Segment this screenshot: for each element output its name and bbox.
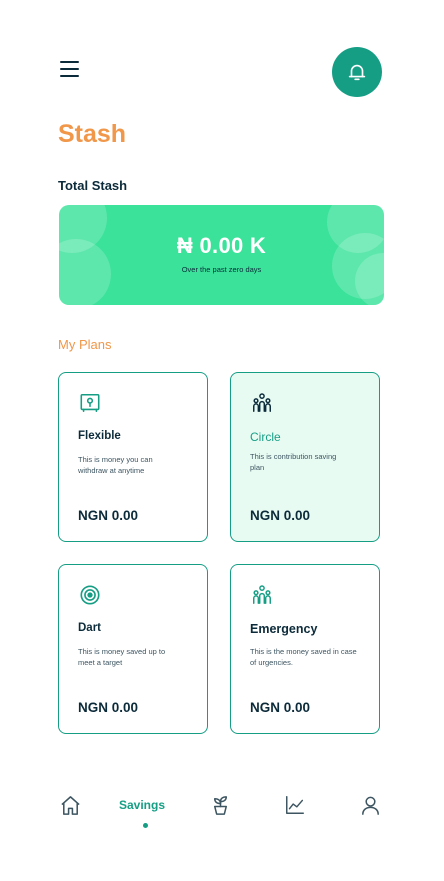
plan-amount: NGN 0.00	[250, 700, 311, 715]
plan-name: Flexible	[78, 430, 121, 442]
plan-card-circle[interactable]: Circle This is contribution saving plan …	[230, 372, 380, 542]
group-icon	[253, 393, 271, 412]
plan-description: This is money you can withdraw at anytim…	[78, 455, 153, 475]
nav-growth[interactable]	[207, 792, 233, 818]
plan-description: This is money saved up to meet a target	[78, 647, 166, 667]
menu-button[interactable]	[60, 60, 80, 78]
plan-name: Dart	[78, 622, 102, 634]
plant-icon	[213, 795, 227, 815]
chart-icon	[286, 796, 304, 814]
plan-card-dart[interactable]: Dart This is money saved up to meet a ta…	[58, 564, 208, 734]
plan-name: Circle	[250, 430, 281, 444]
menu-icon	[60, 61, 79, 63]
profile-icon	[361, 796, 379, 815]
nav-savings-label: Savings	[118, 798, 166, 812]
total-stash-card: ₦ 0.00 K Over the past zero days	[59, 205, 384, 305]
plan-description: This is the money saved in case of urgen…	[250, 647, 357, 667]
target-icon	[80, 585, 100, 605]
plan-description: This is contribution saving plan	[250, 452, 337, 472]
plan-amount: NGN 0.00	[250, 508, 311, 523]
plan-amount: NGN 0.00	[78, 700, 139, 715]
nav-home[interactable]	[57, 792, 83, 818]
nav-savings[interactable]: Savings	[112, 792, 172, 818]
plan-card-flexible[interactable]: Flexible This is money you can withdraw …	[58, 372, 208, 542]
notifications-button[interactable]	[332, 47, 382, 97]
nav-insights[interactable]	[282, 792, 308, 818]
group-icon	[253, 585, 271, 604]
bell-icon	[348, 64, 366, 81]
nav-profile[interactable]	[357, 792, 383, 818]
safe-icon	[80, 393, 100, 413]
total-stash-amount: ₦ 0.00 K	[176, 233, 267, 258]
total-stash-period: Over the past zero days	[181, 265, 262, 274]
total-stash-label: Total Stash	[58, 178, 128, 193]
home-icon	[60, 795, 80, 815]
plan-card-emergency[interactable]: Emergency This is the money saved in cas…	[230, 564, 380, 734]
plan-amount: NGN 0.00	[78, 508, 139, 523]
page-title: Stash	[58, 120, 127, 148]
my-plans-label: My Plans	[58, 337, 112, 352]
active-indicator	[143, 823, 148, 828]
plan-name: Emergency	[250, 622, 318, 636]
